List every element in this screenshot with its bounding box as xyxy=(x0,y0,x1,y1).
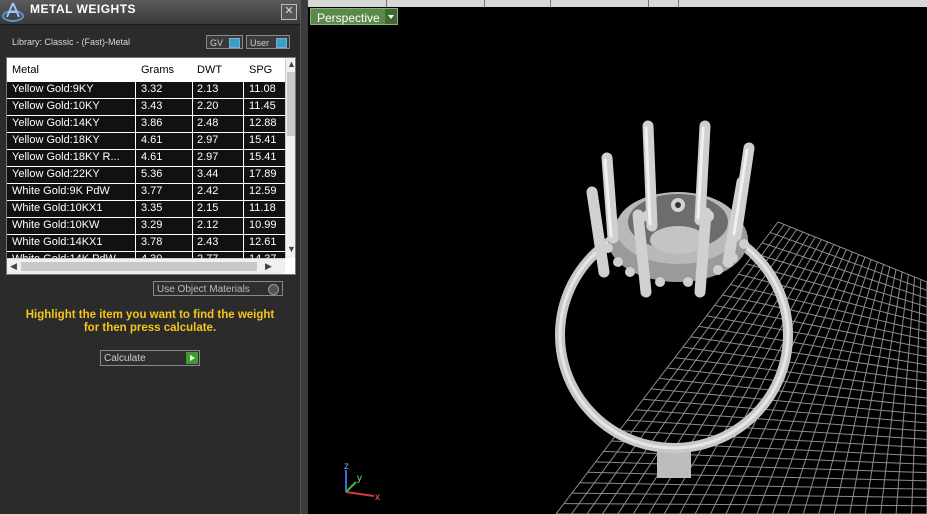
instruction-text: Highlight the item you want to find the … xyxy=(0,309,300,335)
dwt-cell: 2.97 xyxy=(197,151,219,163)
metal-cell: Yellow Gold:18KY R... xyxy=(12,151,120,163)
grams-cell: 3.35 xyxy=(141,202,163,214)
spg-cell: 15.41 xyxy=(249,134,277,146)
spg-cell: 12.59 xyxy=(249,185,277,197)
grams-cell: 3.78 xyxy=(141,236,163,248)
grams-cell: 3.77 xyxy=(141,185,163,197)
grams-cell: 3.32 xyxy=(141,83,163,95)
dwt-cell: 2.13 xyxy=(197,83,219,95)
axis-z-label: z xyxy=(344,461,349,472)
scroll-right-icon[interactable]: ▶ xyxy=(265,261,272,272)
dwt-cell: 2.43 xyxy=(197,236,219,248)
axis-y-label: y xyxy=(357,473,362,484)
view-mode-label: Perspective xyxy=(317,11,380,25)
column-header-metal[interactable]: Metal xyxy=(12,64,39,76)
toggle-knob-icon xyxy=(276,38,287,48)
close-button[interactable]: ✕ xyxy=(281,4,297,20)
table-header: Metal Grams DWT SPG xyxy=(7,58,285,81)
calculate-button[interactable]: Calculate xyxy=(100,350,200,366)
instruction-line-2: for then press calculate. xyxy=(83,322,217,334)
panel-titlebar[interactable]: METAL WEIGHTS ✕ xyxy=(0,0,300,25)
grams-cell: 5.36 xyxy=(141,168,163,180)
dwt-cell: 2.15 xyxy=(197,202,219,214)
3d-viewport[interactable]: z y x Perspective xyxy=(308,0,927,514)
gv-toggle[interactable]: GV xyxy=(206,35,243,49)
dwt-cell: 2.97 xyxy=(197,134,219,146)
metal-cell: Yellow Gold:18KY xyxy=(12,134,100,146)
grams-cell: 3.86 xyxy=(141,117,163,129)
horizontal-scrollbar[interactable]: ◀ ▶ xyxy=(7,258,285,274)
scroll-down-icon[interactable]: ▼ xyxy=(287,244,295,254)
spg-cell: 17.89 xyxy=(249,168,277,180)
library-label: Library: Classic - (Fast)-Metal xyxy=(12,37,131,47)
chevron-down-icon[interactable] xyxy=(385,9,397,24)
dwt-cell: 2.48 xyxy=(197,117,219,129)
dwt-cell: 2.12 xyxy=(197,219,219,231)
instruction-line-1: Highlight the item you want to find the … xyxy=(25,309,275,321)
app-logo-icon xyxy=(2,2,24,22)
horizontal-scroll-thumb[interactable] xyxy=(21,262,257,271)
spg-cell: 11.18 xyxy=(249,202,276,214)
dwt-cell: 2.42 xyxy=(197,185,219,197)
vertical-scroll-thumb[interactable] xyxy=(287,72,295,136)
spg-cell: 15.41 xyxy=(249,151,277,163)
use-object-materials-label: Use Object Materials xyxy=(157,284,250,295)
scroll-up-icon[interactable]: ▲ xyxy=(287,59,295,69)
metal-weights-panel: METAL WEIGHTS ✕ Library: Classic - (Fast… xyxy=(0,0,300,514)
metal-cell: White Gold:9K PdW xyxy=(12,185,110,197)
user-toggle-label: User xyxy=(250,38,270,48)
vertical-scrollbar[interactable]: ▲ ▼ xyxy=(285,58,295,258)
metal-cell: White Gold:10KX1 xyxy=(12,202,103,214)
grams-cell: 3.43 xyxy=(141,100,163,112)
dwt-cell: 2.20 xyxy=(197,100,219,112)
spg-cell: 10.99 xyxy=(249,219,277,231)
metal-cell: White Gold:14KX1 xyxy=(12,236,103,248)
use-object-materials-toggle[interactable]: Use Object Materials xyxy=(153,281,283,296)
gv-toggle-label: GV xyxy=(210,38,224,48)
metal-cell: Yellow Gold:9KY xyxy=(12,83,94,95)
close-icon: ✕ xyxy=(284,5,294,17)
column-header-spg[interactable]: SPG xyxy=(249,64,272,76)
dwt-cell: 3.44 xyxy=(197,168,219,180)
spg-cell: 12.61 xyxy=(249,236,277,248)
column-header-grams[interactable]: Grams xyxy=(141,64,174,76)
toggle-knob-icon xyxy=(229,38,240,48)
ring-scene: z y x xyxy=(344,120,927,514)
metal-cell: Yellow Gold:10KY xyxy=(12,100,100,112)
axis-gizmo: z y x xyxy=(344,461,380,503)
metal-cell: Yellow Gold:22KY xyxy=(12,168,100,180)
radio-knob-icon xyxy=(268,284,279,295)
metal-table: Metal Grams DWT SPG Yellow Gold:9KY 3.32 2… xyxy=(6,57,296,275)
grams-cell: 3.29 xyxy=(141,219,163,231)
viewport-tab-strip xyxy=(308,0,927,7)
metal-cell: White Gold:10KW xyxy=(12,219,100,231)
ground-grid xyxy=(555,221,927,514)
grams-cell: 4.61 xyxy=(141,134,163,146)
perspective-view-dropdown[interactable]: Perspective xyxy=(310,8,398,25)
user-toggle[interactable]: User xyxy=(246,35,290,49)
calculate-label: Calculate xyxy=(104,353,146,364)
spg-cell: 12.88 xyxy=(249,117,277,129)
metal-cell: Yellow Gold:14KY xyxy=(12,117,100,129)
column-header-dwt[interactable]: DWT xyxy=(197,64,222,76)
scroll-left-icon[interactable]: ◀ xyxy=(10,261,17,272)
spg-cell: 11.08 xyxy=(249,83,276,95)
spg-cell: 11.45 xyxy=(249,100,276,112)
axis-x-label: x xyxy=(375,492,380,503)
panel-title: METAL WEIGHTS xyxy=(30,2,137,16)
play-arrow-icon xyxy=(186,352,198,364)
grams-cell: 4.61 xyxy=(141,151,163,163)
